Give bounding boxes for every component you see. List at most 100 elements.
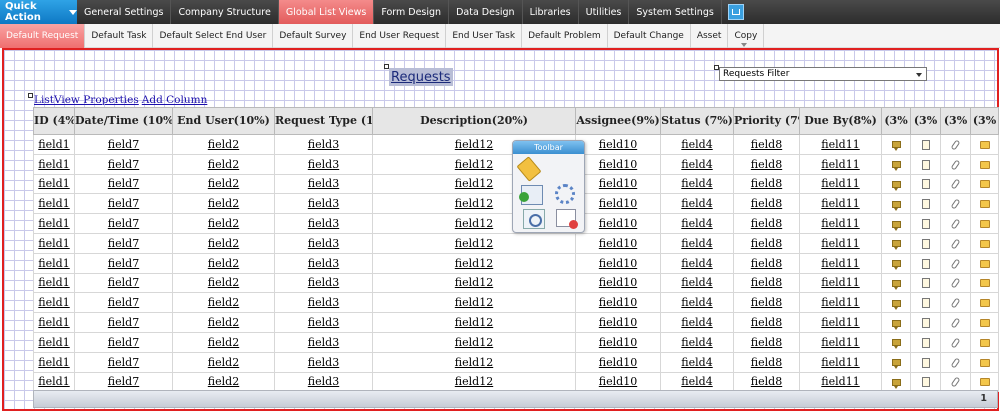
cell-status[interactable]: field4 [660, 213, 734, 234]
cell-due-by[interactable]: field11 [799, 252, 882, 274]
note-icon[interactable] [921, 377, 930, 388]
folder-icon[interactable] [979, 279, 990, 288]
comment-icon[interactable] [891, 161, 901, 172]
tab-asset[interactable]: Asset [691, 23, 729, 48]
cell-id[interactable]: field1 [33, 134, 75, 155]
cell-end-user[interactable]: field2 [172, 232, 275, 254]
cell-description[interactable]: field12 [372, 351, 576, 373]
cell-date-time[interactable]: field7 [74, 351, 173, 373]
column-header-end-user[interactable]: End User(10%) [172, 107, 275, 135]
cell-due-by[interactable]: field11 [799, 371, 882, 393]
note-icon[interactable] [921, 318, 930, 329]
cell-assignee[interactable]: field10 [575, 292, 661, 314]
column-header-description[interactable]: Description(20%) [372, 107, 576, 135]
requests-filter-select[interactable]: Requests Filter [719, 67, 927, 81]
cell-id[interactable]: field1 [33, 193, 75, 215]
folder-icon[interactable] [979, 180, 990, 189]
tab-end-user-task[interactable]: End User Task [446, 23, 523, 48]
cell-date-time[interactable]: field7 [74, 312, 173, 333]
cell-end-user[interactable]: field2 [172, 351, 275, 373]
cell-due-by[interactable]: field11 [799, 351, 882, 373]
cell-status[interactable]: field4 [660, 371, 734, 393]
folder-icon[interactable] [979, 319, 990, 328]
cell-date-time[interactable]: field7 [74, 153, 173, 175]
cell-date-time[interactable]: field7 [74, 193, 173, 215]
floating-toolbar[interactable]: Toolbar [512, 140, 585, 233]
cell-status[interactable]: field4 [660, 252, 734, 274]
cell-priority[interactable]: field8 [733, 272, 800, 294]
column-header-id[interactable]: ID (4%) [33, 107, 75, 135]
cell-date-time[interactable]: field7 [74, 371, 173, 393]
validate-list-icon[interactable] [556, 209, 578, 229]
cell-request-type[interactable]: field3 [274, 134, 373, 155]
column-header-icon-4[interactable]: (3% [970, 107, 999, 135]
cell-due-by[interactable]: field11 [799, 213, 882, 234]
cell-end-user[interactable]: field2 [172, 213, 275, 234]
column-header-icon-3[interactable]: (3% [940, 107, 971, 135]
cell-date-time[interactable]: field7 [74, 252, 173, 274]
tab-end-user-request[interactable]: End User Request [353, 23, 447, 48]
column-header-request-type[interactable]: Request Type (10%) [274, 107, 373, 135]
cell-due-by[interactable]: field11 [799, 292, 882, 314]
comment-icon[interactable] [891, 279, 901, 290]
nav-item-system-settings[interactable]: System Settings [629, 0, 722, 24]
note-icon[interactable] [921, 219, 930, 230]
cell-id[interactable]: field1 [33, 331, 75, 353]
nav-item-general-settings[interactable]: General Settings [77, 0, 172, 24]
cell-assignee[interactable]: field10 [575, 312, 661, 333]
cell-request-type[interactable]: field3 [274, 351, 373, 373]
attachment-icon[interactable] [950, 357, 961, 369]
folder-icon[interactable] [979, 378, 990, 387]
note-icon[interactable] [921, 278, 930, 289]
cell-end-user[interactable]: field2 [172, 153, 275, 175]
tab-default-survey[interactable]: Default Survey [273, 23, 354, 48]
cell-id[interactable]: field1 [33, 232, 75, 254]
comment-icon[interactable] [891, 299, 901, 310]
listview-properties-link[interactable]: ListView Properties [34, 94, 139, 106]
nav-item-libraries[interactable]: Libraries [523, 0, 579, 24]
tab-default-problem[interactable]: Default Problem [522, 23, 608, 48]
cell-due-by[interactable]: field11 [799, 193, 882, 215]
cell-due-by[interactable]: field11 [799, 331, 882, 353]
cell-id[interactable]: field1 [33, 213, 75, 234]
folder-icon[interactable] [979, 338, 990, 347]
cell-status[interactable]: field4 [660, 153, 734, 175]
folder-icon[interactable] [979, 200, 990, 209]
nav-item-global-list-views[interactable]: Global List Views [278, 0, 375, 24]
tab-default-select-end-user[interactable]: Default Select End User [153, 23, 274, 48]
column-header-icon-2[interactable]: (3% [910, 107, 941, 135]
cell-priority[interactable]: field8 [733, 193, 800, 215]
attachment-icon[interactable] [950, 258, 961, 270]
cell-id[interactable]: field1 [33, 272, 75, 294]
resize-handle[interactable] [28, 93, 33, 98]
attachment-icon[interactable] [950, 198, 961, 210]
comment-icon[interactable] [891, 260, 901, 271]
cell-assignee[interactable]: field10 [575, 272, 661, 294]
cell-assignee[interactable]: field10 [575, 134, 661, 155]
cell-end-user[interactable]: field2 [172, 134, 275, 155]
cell-date-time[interactable]: field7 [74, 272, 173, 294]
attachment-icon[interactable] [950, 297, 961, 309]
folder-icon[interactable] [979, 358, 990, 367]
folder-icon[interactable] [979, 140, 990, 149]
column-header-priority[interactable]: Priority (7%) [733, 107, 800, 135]
quick-action-button[interactable]: Quick Action [0, 0, 77, 24]
cell-request-type[interactable]: field3 [274, 272, 373, 294]
page-title[interactable]: Requests [389, 68, 453, 86]
cell-date-time[interactable]: field7 [74, 292, 173, 314]
attachment-icon[interactable] [950, 337, 961, 349]
attachment-icon[interactable] [950, 218, 961, 230]
copy-menu-button[interactable]: Copy [728, 23, 765, 48]
cell-id[interactable]: field1 [33, 252, 75, 274]
attachment-icon[interactable] [950, 178, 961, 191]
folder-icon[interactable] [979, 160, 990, 169]
cell-due-by[interactable]: field11 [799, 312, 882, 333]
cell-end-user[interactable]: field2 [172, 292, 275, 314]
cell-date-time[interactable]: field7 [74, 134, 173, 155]
cell-assignee[interactable]: field10 [575, 153, 661, 175]
cell-request-type[interactable]: field3 [274, 252, 373, 274]
note-icon[interactable] [921, 139, 930, 150]
cell-assignee[interactable]: field10 [575, 252, 661, 274]
cell-request-type[interactable]: field3 [274, 213, 373, 234]
cell-end-user[interactable]: field2 [172, 252, 275, 274]
